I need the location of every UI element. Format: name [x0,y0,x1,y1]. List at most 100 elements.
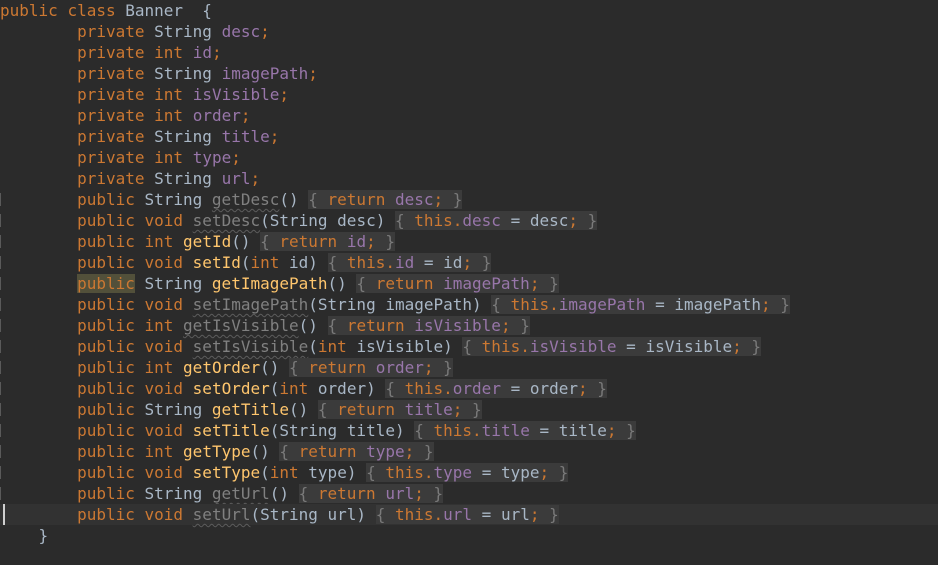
code-token: { [356,274,376,293]
code-token: int [154,43,184,62]
code-line[interactable]: public void setOrder(int order) { this.o… [0,378,938,399]
code-line[interactable]: private String url; [0,168,938,189]
code-line[interactable]: public void setUrl(String url) { this.ur… [0,504,938,525]
code-token: { [366,463,386,482]
code-line[interactable]: private int order; [0,105,938,126]
code-token: void [144,379,184,398]
code-token: String [134,274,212,293]
code-token: String [134,484,212,503]
code-token: void [144,463,184,482]
code-token: title [394,400,453,419]
code-line[interactable]: public void setTitle(String title) { thi… [0,420,938,441]
code-token: order) [308,379,386,398]
code-token: public [77,253,135,272]
code-token: (String imagePath) [308,295,492,314]
code-token: public [77,316,135,335]
code-token: } [433,358,453,377]
code-line[interactable]: private String imagePath; [0,63,938,84]
code-token: setTitle [192,421,270,440]
code-token: ; [500,316,511,335]
code-token: setDesc [192,211,261,230]
code-token: () [269,484,299,503]
code-token: ; [462,253,473,272]
code-token: private [77,43,145,62]
code-line[interactable]: public int getOrder() { return order; } [0,357,938,378]
code-line[interactable]: private int isVisible; [0,84,938,105]
code-line[interactable]: public String getDesc() { return desc; } [0,189,938,210]
code-token: } [616,421,636,440]
code-token: { [298,484,318,503]
code-line[interactable]: private int id; [0,42,938,63]
code-token: = imagePath [645,295,762,314]
code-text: public class Banner { [0,0,212,21]
code-token: getId [183,232,232,251]
code-line[interactable]: private String title; [0,126,938,147]
code-line[interactable]: } [0,525,938,546]
code-token: void [144,421,184,440]
code-token: { [491,295,511,314]
code-line[interactable]: public void setId(int id) { this.id = id… [0,252,938,273]
code-token: class [67,1,116,20]
code-token: ; [366,232,376,251]
code-line[interactable]: private int type; [0,147,938,168]
code-token: int [144,316,174,335]
code-token: public [77,274,135,293]
code-editor[interactable]: public class Banner { private String des… [0,0,938,565]
code-token: } [539,274,559,293]
code-line[interactable]: public void setIsVisible(int isVisible) … [0,336,938,357]
code-text: public void setType(int type) { this.typ… [0,462,569,483]
code-token: { [317,400,338,419]
code-line[interactable]: public String getUrl() { return url; } [0,483,938,504]
code-token: title [221,127,270,146]
code-line[interactable]: public int getId() { return id; } [0,231,938,252]
code-token: order [452,379,501,398]
code-token: setUrl [192,505,251,524]
code-text: private int order; [0,105,250,126]
code-text: public void setIsVisible(int isVisible) … [0,336,762,357]
code-token: type [356,442,405,461]
code-token: private [77,64,145,83]
code-line[interactable]: public void setImagePath(String imagePat… [0,294,938,315]
code-line[interactable]: public void setDesc(String desc) { this.… [0,210,938,231]
code-text: public void setImagePath(String imagePat… [0,294,790,315]
code-token: int [279,379,309,398]
code-token: void [144,337,184,356]
code-token: url [443,505,473,524]
code-line[interactable]: public int getType() { return type; } [0,441,938,462]
code-token: this [394,505,434,524]
code-token: this [404,379,444,398]
code-line[interactable]: public class Banner { [0,0,938,21]
code-token: () [327,274,357,293]
code-token: order [192,106,241,125]
code-token: = id [414,253,463,272]
code-token: } [510,316,530,335]
code-token: ; [578,379,588,398]
code-token: String [144,127,222,146]
code-text: private String desc; [0,21,270,42]
code-line[interactable]: public String getImagePath() { return im… [0,273,938,294]
code-line[interactable]: public String getTitle() { return title;… [0,399,938,420]
code-line[interactable]: private String desc; [0,21,938,42]
code-line[interactable]: public void setType(int type) { this.typ… [0,462,938,483]
code-token: url [221,169,251,188]
code-token: { [414,421,434,440]
code-token: ( [308,337,318,356]
code-line[interactable]: public int getIsVisible() { return isVis… [0,315,938,336]
